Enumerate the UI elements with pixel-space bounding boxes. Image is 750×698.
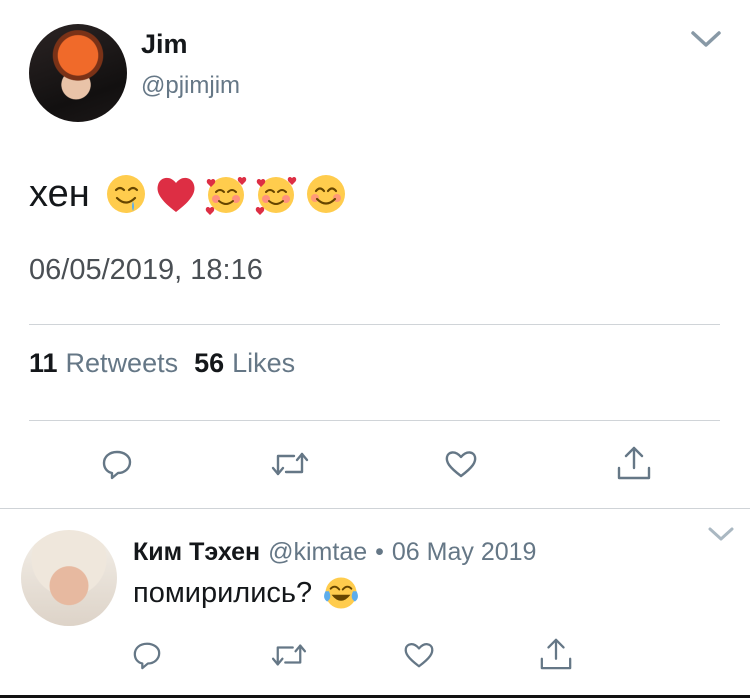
like-icon[interactable] (403, 640, 435, 670)
share-icon[interactable] (539, 636, 573, 672)
tweet-timestamp: 06/05/2019, 18:16 (29, 254, 263, 286)
red-heart-emoji (157, 177, 195, 212)
reply-header: Ким Тэхен @kimtae • 06 May 2019 (133, 538, 536, 567)
tweet-text-content: хен (29, 172, 90, 215)
separator-dot: • (375, 538, 384, 566)
author-name[interactable]: Jim (141, 29, 188, 60)
tweet-text: хен (29, 172, 354, 216)
divider (29, 324, 720, 325)
reply-text-content: помирились? (133, 576, 313, 609)
reply-author-name[interactable]: Ким Тэхен (133, 538, 260, 567)
section-divider (0, 508, 750, 509)
divider (29, 420, 720, 421)
likes-count[interactable]: 56 (194, 348, 224, 379)
reply-text: помирились? (133, 574, 366, 612)
retweets-count[interactable]: 11 (29, 348, 58, 379)
retweet-icon[interactable] (270, 640, 308, 670)
main-tweet: Jim @pjimjim хен 06/05/2019, 18:16 11 Re… (0, 0, 750, 508)
face-with-tears-of-joy-emoji (324, 577, 359, 609)
reply-author-avatar[interactable] (21, 530, 117, 626)
chevron-down-icon[interactable] (690, 28, 722, 50)
drooling-face-emoji (106, 175, 145, 213)
retweets-label[interactable]: Retweets (66, 348, 179, 379)
like-icon[interactable] (444, 448, 478, 480)
likes-label[interactable]: Likes (232, 348, 295, 379)
reply-author-handle[interactable]: @kimtae (268, 538, 367, 567)
tweet-stats: 11 Retweets 56 Likes (29, 348, 311, 379)
smiling-face-with-smiling-eyes-emoji (306, 175, 345, 213)
author-handle[interactable]: @pjimjim (141, 72, 240, 100)
share-icon[interactable] (616, 444, 652, 482)
smiling-face-with-hearts-emoji (255, 176, 296, 215)
author-avatar[interactable] (29, 24, 127, 122)
retweet-icon[interactable] (270, 448, 310, 480)
reply-date: 06 May 2019 (391, 538, 537, 566)
reply-icon[interactable] (101, 448, 133, 480)
smiling-face-with-hearts-emoji (205, 176, 246, 215)
reply-icon[interactable] (132, 640, 162, 670)
chevron-down-icon[interactable] (707, 525, 735, 543)
